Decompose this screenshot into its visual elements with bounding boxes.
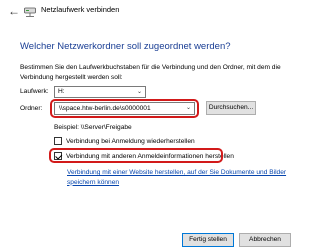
example-text: Beispiel: \\Server\Freigabe xyxy=(54,124,132,131)
folder-input-value: \\space.htw-berlin.de\s0000001 xyxy=(59,105,151,112)
reconnect-label: Verbindung bei Anmeldung wiederherstelle… xyxy=(66,137,195,145)
drive-select[interactable]: H: ⌄ xyxy=(54,86,146,98)
other-credentials-checkbox[interactable] xyxy=(54,152,62,160)
other-credentials-label: Verbindung mit anderen Anmeldeinformatio… xyxy=(66,152,234,160)
folder-input[interactable]: \\space.htw-berlin.de\s0000001 ⌄ xyxy=(54,102,195,115)
browse-button[interactable]: Durchsuchen... xyxy=(206,101,256,115)
back-arrow-icon[interactable]: ← xyxy=(7,4,21,18)
network-drive-icon xyxy=(24,5,36,17)
website-link[interactable]: Verbindung mit einer Website herstellen,… xyxy=(67,168,287,187)
drive-label: Laufwerk: xyxy=(20,88,49,95)
chevron-down-icon[interactable]: ⌄ xyxy=(186,103,191,113)
window-title: Netzlaufwerk verbinden xyxy=(41,5,120,14)
drive-select-value: H: xyxy=(58,88,65,95)
page-heading: Welcher Netzwerkordner soll zugeordnet w… xyxy=(20,41,231,52)
reconnect-checkbox[interactable] xyxy=(54,137,62,145)
cancel-button[interactable]: Abbrechen xyxy=(239,233,291,247)
finish-button[interactable]: Fertig stellen xyxy=(182,233,234,247)
folder-label: Ordner: xyxy=(20,105,43,112)
other-credentials-option[interactable]: Verbindung mit anderen Anmeldeinformatio… xyxy=(54,152,234,160)
chevron-down-icon: ⌄ xyxy=(136,89,142,95)
instructions-text: Bestimmen Sie den Laufwerkbuchstaben für… xyxy=(20,64,281,81)
title-bar: ← Netzlaufwerk verbinden xyxy=(0,0,300,22)
reconnect-option[interactable]: Verbindung bei Anmeldung wiederherstelle… xyxy=(54,137,195,145)
